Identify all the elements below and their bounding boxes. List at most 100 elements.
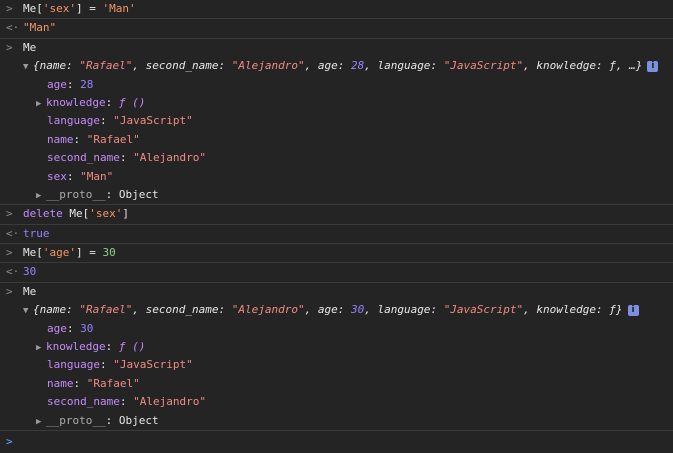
object-property-row[interactable]: sex: "Man" [0, 168, 673, 186]
token: , [304, 59, 318, 73]
console-line: > Me [0, 283, 673, 301]
object-property-row[interactable]: second_name: "Alejandro" [0, 393, 673, 411]
property-key: knowledge [46, 340, 106, 354]
collapse-triangle-icon[interactable]: ▶ [36, 95, 46, 113]
token: , [304, 303, 318, 317]
console-prompt[interactable]: > [0, 431, 673, 453]
token: true [23, 226, 50, 240]
property-value: "Man" [80, 169, 114, 183]
object-property-row[interactable]: ▶ knowledge: ƒ () [0, 338, 673, 356]
prompt-chevron-icon: > [6, 434, 13, 448]
property-separator: : [105, 95, 119, 109]
object-preview-row[interactable]: ▼ {name: "Rafael", second_name: "Alejandr… [0, 57, 673, 75]
property-separator: : [105, 187, 119, 201]
token: "JavaScript" [443, 303, 524, 317]
token: "Alejandro" [231, 59, 305, 73]
token: language [377, 59, 431, 73]
console-output-entry[interactable]: <· true [0, 225, 673, 245]
property-value: Object [118, 413, 159, 427]
token: 'Man' [102, 2, 136, 15]
input-chevron-icon: > [6, 246, 13, 260]
token: ] = [76, 246, 103, 260]
output-arrow-icon: <· [6, 265, 20, 279]
property-value: "JavaScript" [113, 358, 193, 372]
console-output-entry[interactable]: <· 30 [0, 263, 673, 283]
console-input-entry: > delete Me['sex'] [0, 205, 673, 225]
object-property-row[interactable]: language: "JavaScript" [0, 356, 673, 374]
object-property-row[interactable]: name: "Rafael" [0, 375, 673, 393]
console-line: <· "Man" [0, 19, 673, 37]
object-property: name: "Rafael" [23, 375, 673, 393]
object-property-row[interactable]: age: 30 [0, 320, 673, 338]
property-separator: : [119, 395, 134, 409]
token: 30 [23, 265, 37, 279]
info-icon[interactable]: i [627, 304, 639, 316]
token: { [33, 303, 40, 317]
token: 28 [350, 59, 365, 73]
token: "Rafael" [79, 59, 133, 73]
collapse-triangle-icon[interactable]: ▶ [36, 413, 46, 431]
property-key: second_name [47, 151, 120, 165]
console-input-field[interactable] [23, 431, 673, 453]
token: : [66, 59, 80, 73]
property-key: second_name [47, 395, 120, 409]
object-property: sex: "Man" [23, 168, 673, 186]
property-key: age [47, 321, 67, 335]
token: second_name [145, 303, 219, 317]
object-property-row[interactable]: ▶ __proto__: Object [0, 186, 673, 204]
token: , [132, 59, 146, 73]
object-property[interactable]: ▶ __proto__: Object [23, 186, 673, 205]
console-line: <· 30 [0, 263, 673, 281]
console-output-entry[interactable]: <· "Man" [0, 19, 673, 39]
object-property-row[interactable]: name: "Rafael" [0, 131, 673, 149]
console-line-text: "Man" [23, 19, 673, 37]
object-property-row[interactable]: ▶ __proto__: Object [0, 412, 673, 430]
token: , [523, 59, 537, 73]
token: , [523, 303, 537, 317]
expand-triangle-icon[interactable]: ▼ [23, 302, 33, 320]
info-icon[interactable]: i [647, 60, 659, 72]
object-property-row[interactable]: second_name: "Alejandro" [0, 149, 673, 167]
token: : [596, 59, 610, 73]
property-value: "Rafael" [86, 132, 140, 146]
object-property-row[interactable]: ▶ knowledge: ƒ () [0, 94, 673, 112]
token: ƒ [609, 59, 616, 73]
token: knowledge [536, 59, 597, 73]
token: 'age' [42, 246, 76, 260]
output-arrow-icon: <· [6, 226, 20, 240]
token: delete [23, 207, 70, 221]
token: language [377, 303, 431, 317]
token: : [337, 303, 351, 317]
console-input-entry: > Me ▼ {name: "Rafael", second_name: "Aleja… [0, 39, 673, 206]
collapse-triangle-icon[interactable]: ▶ [36, 339, 46, 357]
object-preview[interactable]: ▼ {name: "Rafael", second_name: "Alejandr… [23, 57, 673, 76]
property-key: language [47, 114, 100, 128]
property-key: name [47, 132, 74, 146]
property-value: "JavaScript" [113, 114, 193, 128]
token: second_name [145, 59, 219, 73]
object-preview-row[interactable]: ▼ {name: "Rafael", second_name: "Alejandr… [0, 301, 673, 319]
object-property-row[interactable]: language: "JavaScript" [0, 112, 673, 130]
object-property-row[interactable]: age: 28 [0, 76, 673, 94]
object-property: second_name: "Alejandro" [23, 149, 673, 167]
token: : [596, 303, 610, 317]
token: : [430, 303, 444, 317]
object-property: language: "JavaScript" [23, 356, 673, 374]
object-preview[interactable]: ▼ {name: "Rafael", second_name: "Alejandr… [23, 301, 673, 320]
property-key: language [47, 358, 100, 372]
object-property[interactable]: ▶ knowledge: ƒ () [23, 94, 673, 113]
object-property[interactable]: ▶ __proto__: Object [23, 412, 673, 431]
input-chevron-icon: > [6, 2, 13, 15]
console-line-text: 30 [23, 263, 673, 281]
token: "Alejandro" [231, 303, 305, 317]
input-chevron-icon: > [6, 207, 13, 221]
object-property[interactable]: ▶ knowledge: ƒ () [23, 338, 673, 357]
property-value: "Alejandro" [133, 395, 206, 409]
token: "Rafael" [79, 303, 133, 317]
token: name [39, 59, 67, 73]
expand-triangle-icon[interactable]: ▼ [23, 58, 33, 76]
collapse-triangle-icon[interactable]: ▶ [36, 187, 46, 205]
token: ƒ [609, 303, 616, 317]
token: Me[ [23, 2, 43, 15]
token: knowledge [536, 303, 597, 317]
